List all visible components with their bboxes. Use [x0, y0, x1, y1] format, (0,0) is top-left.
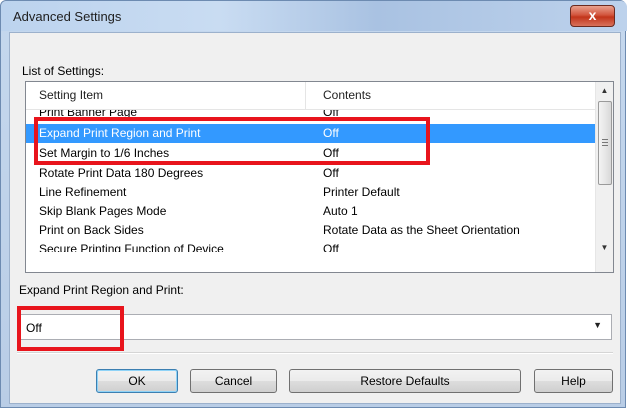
restore-defaults-button[interactable]: Restore Defaults [289, 369, 521, 393]
list-header: Setting Item Contents [26, 82, 595, 110]
row-item: Print on Back Sides [39, 223, 144, 237]
advanced-settings-dialog: Advanced Settings x List of Settings: Se… [0, 0, 627, 408]
list-row-secure-printing[interactable]: Secure Printing Function of Device Off [26, 240, 595, 252]
highlight-box-selected-row [34, 117, 430, 165]
help-button[interactable]: Help [534, 369, 613, 393]
title-bar[interactable]: Advanced Settings x [1, 1, 627, 31]
highlight-box-dropdown-value [17, 306, 124, 351]
row-content: Printer Default [323, 185, 400, 199]
settings-list[interactable]: Setting Item Contents Print Banner Page … [25, 81, 614, 273]
list-row-line-refinement[interactable]: Line Refinement Printer Default [26, 183, 595, 202]
row-item: Skip Blank Pages Mode [39, 204, 167, 218]
chevron-down-icon[interactable]: ▼ [593, 320, 602, 330]
scrollbar-thumb[interactable] [598, 101, 612, 185]
column-separator[interactable] [305, 82, 306, 109]
row-content: Off [323, 242, 339, 252]
row-content: Off [323, 166, 339, 180]
column-header-contents[interactable]: Contents [323, 88, 371, 102]
selected-setting-label: Expand Print Region and Print: [19, 283, 184, 297]
grip-line [602, 142, 608, 143]
cancel-button[interactable]: Cancel [190, 369, 277, 393]
grip-line [602, 139, 608, 140]
column-header-setting-item[interactable]: Setting Item [39, 88, 103, 102]
list-row-skip-blank-pages[interactable]: Skip Blank Pages Mode Auto 1 [26, 202, 595, 221]
row-content: Auto 1 [323, 204, 358, 218]
list-row-print-on-back-sides[interactable]: Print on Back Sides Rotate Data as the S… [26, 221, 595, 240]
ok-button[interactable]: OK [96, 369, 178, 393]
close-button[interactable]: x [570, 5, 615, 27]
row-item: Rotate Print Data 180 Degrees [39, 166, 204, 180]
close-icon: x [588, 7, 597, 23]
list-row-rotate-print-data[interactable]: Rotate Print Data 180 Degrees Off [26, 164, 595, 183]
list-scrollbar[interactable]: ▲ ▼ [595, 82, 613, 272]
grip-line [602, 145, 608, 146]
row-item: Secure Printing Function of Device [39, 242, 224, 252]
divider [17, 352, 613, 354]
window-title: Advanced Settings [13, 9, 122, 24]
chevron-up-icon[interactable]: ▲ [596, 82, 613, 99]
row-item: Line Refinement [39, 185, 127, 199]
list-of-settings-label: List of Settings: [22, 64, 105, 78]
chevron-down-icon[interactable]: ▼ [596, 239, 613, 256]
row-content: Rotate Data as the Sheet Orientation [323, 223, 520, 237]
